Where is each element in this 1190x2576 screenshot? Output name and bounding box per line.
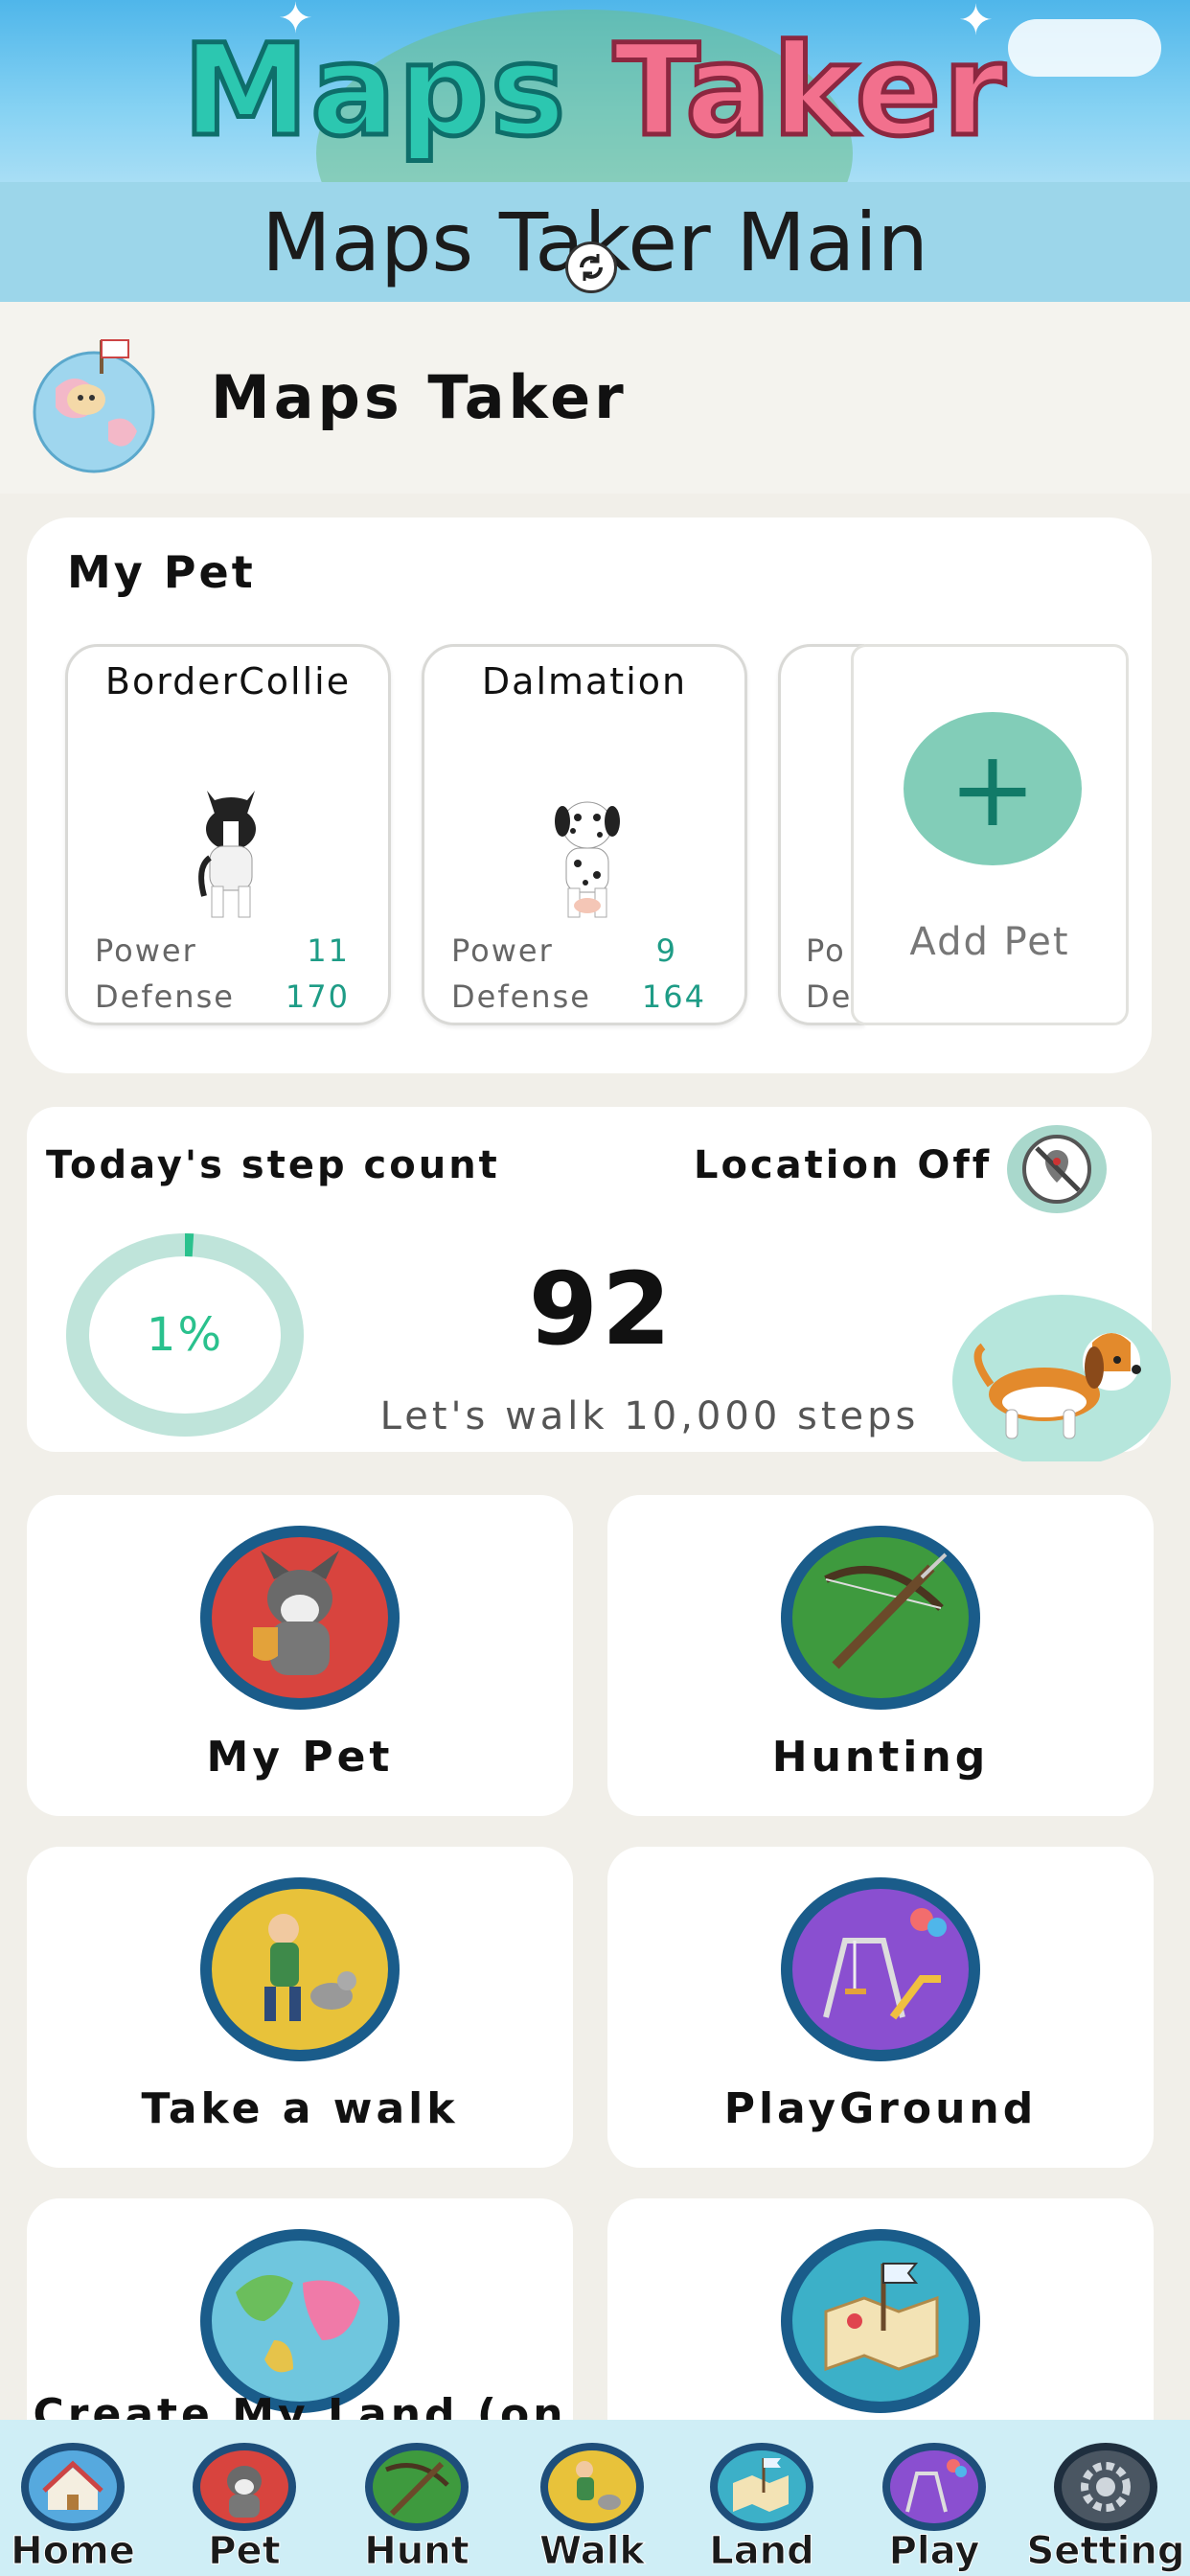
menu-my-pet[interactable]: My Pet [27,1495,573,1816]
power-label: Po [806,932,846,969]
location-status-label: Location Off [694,1143,993,1187]
top-banner: ✦ ✦ Maps Taker [0,0,1190,182]
my-pet-card: My Pet BorderCollie Power 11 Defense 170… [27,518,1152,1073]
my-pet-title: My Pet [67,546,256,598]
pet-name: Dalmation [481,660,688,702]
plus-icon: + [904,712,1082,865]
menu-create-my-land[interactable]: Create My Land (on [27,2198,573,2420]
defense-label: De [806,978,853,1015]
husky-icon [200,1526,400,1710]
add-pet-label: Add Pet [909,920,1070,964]
playground-icon [781,1877,980,2061]
defense-value: 164 [641,978,706,1015]
crossbow-icon [365,2443,469,2531]
menu-take-a-walk[interactable]: Take a walk [27,1847,573,2168]
step-count-card: Today's step count Location Off 1% 92 Le… [27,1107,1171,1461]
treasure-map-icon [781,2229,980,2413]
playground-icon [882,2443,986,2531]
nav-label: Home [11,2529,136,2574]
pet-card-bordercollie[interactable]: BorderCollie Power 11 Defense 170 [65,644,391,1025]
walking-dog-icon [952,1295,1171,1461]
menu-label: Take a walk [141,2084,459,2133]
menu-land-map[interactable] [607,2198,1154,2420]
settings-icon [1054,2443,1157,2531]
defense-value: 170 [285,978,350,1015]
menu-label: Create My Land (on [33,2390,567,2420]
location-off-icon[interactable] [1004,1121,1110,1217]
dalmatian-icon [555,801,620,918]
menu-label: My Pet [206,1733,394,1782]
menu-label: Hunting [771,1733,990,1782]
nav-label: Play [888,2529,980,2574]
nav-item-play[interactable]: Play [872,2420,996,2576]
refresh-icon[interactable] [565,242,617,293]
defense-label: Defense [95,978,235,1015]
step-count-value: 92 [528,1251,675,1368]
add-pet-button[interactable]: + Add Pet [851,644,1129,1025]
home-icon [21,2443,125,2531]
power-label: Power [95,932,197,969]
step-count-title: Today's step count [46,1143,500,1187]
bottom-navigation: Home Pet Hunt Walk Land Play Setting [0,2420,1190,2576]
step-goal-hint: Let's walk 10,000 steps [379,1394,920,1438]
nav-label: Hunt [364,2529,470,2574]
husky-icon [193,2443,296,2531]
treasure-map-icon [710,2443,813,2531]
menu-playground[interactable]: PlayGround [607,1847,1154,2168]
banner-logo-text: Maps Taker [180,17,1008,165]
power-label: Power [451,932,554,969]
nav-label: Walk [539,2529,646,2574]
pet-name: BorderCollie [104,660,352,702]
nav-item-land[interactable]: Land [699,2420,824,2576]
hiker-icon [540,2443,644,2531]
nav-item-hunt[interactable]: Hunt [355,2420,479,2576]
power-value: 9 [655,932,677,969]
nav-item-walk[interactable]: Walk [530,2420,654,2576]
pet-card-dalmation[interactable]: Dalmation Power 9 Defense 164 [422,644,747,1025]
nav-label: Pet [208,2529,282,2574]
power-value: 11 [307,932,350,969]
world-map-icon [200,2229,400,2413]
nav-item-home[interactable]: Home [0,2420,146,2576]
app-header: Maps Taker [0,302,1190,494]
crossbow-icon [781,1526,980,1710]
menu-label: PlayGround [723,2084,1038,2133]
nav-item-pet[interactable]: Pet [182,2420,307,2576]
menu-hunting[interactable]: Hunting [607,1495,1154,1816]
app-name: Maps Taker [211,362,628,432]
defense-label: Defense [451,978,591,1015]
nav-label: Land [709,2529,815,2574]
hiker-icon [200,1877,400,2061]
globe-logo-icon [33,339,155,473]
nav-label: Setting [1026,2529,1185,2574]
nav-item-setting[interactable]: Setting [1021,2420,1190,2576]
border-collie-icon [198,791,256,918]
